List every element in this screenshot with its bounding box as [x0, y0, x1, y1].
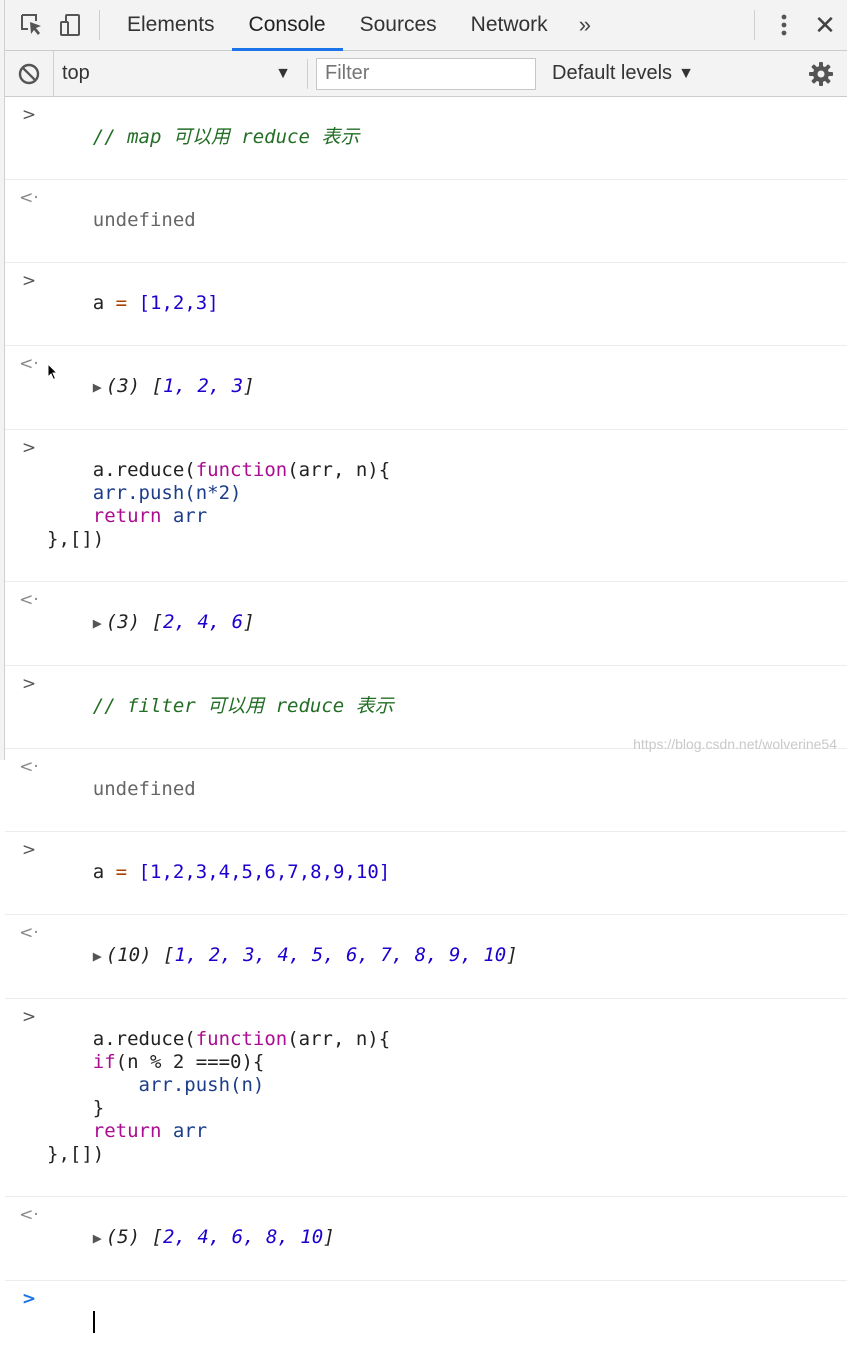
expand-triangle-icon[interactable]: ▶: [93, 947, 102, 965]
code-line: arr.push(n): [47, 1074, 265, 1096]
toolbar-divider: [307, 58, 308, 89]
console-prompt-row[interactable]: >: [5, 1281, 847, 1363]
code-line: return arr: [47, 505, 208, 527]
dropdown-arrow-icon: ▼: [678, 64, 694, 82]
expand-triangle-icon[interactable]: ▶: [93, 1229, 102, 1247]
console-input-row[interactable]: > a = [1,2,3,4,5,6,7,8,9,10]: [5, 832, 847, 915]
array-preview[interactable]: (10) [1, 2, 3, 4, 5, 6, 7, 8, 9, 10]: [106, 944, 518, 966]
console-result-row: <· undefined: [5, 749, 847, 832]
code-comment: // filter 可以用 reduce 表示: [92, 695, 394, 717]
console-result-row: <· undefined: [5, 180, 847, 263]
result-arrow-icon: <·: [19, 188, 39, 208]
result-arrow-icon: <·: [19, 757, 39, 777]
array-bracket: [: [151, 1226, 164, 1248]
array-bracket: ]: [506, 944, 518, 966]
array-bracket: ]: [243, 375, 255, 397]
devtools-tabbar: Elements Console Sources Network » ✕: [5, 0, 847, 51]
array-bracket: [: [151, 611, 164, 633]
code-line: if(n % 2 ===0){: [47, 1051, 265, 1073]
result-arrow-icon: <·: [19, 354, 39, 374]
context-label: top: [62, 62, 90, 84]
watermark: https://blog.csdn.net/wolverine54: [633, 736, 837, 752]
array-length: (5): [105, 1226, 141, 1248]
input-chevron-icon: >: [21, 271, 37, 291]
input-chevron-icon: >: [21, 438, 37, 458]
result-undefined: undefined: [92, 778, 196, 800]
console-input-row[interactable]: > a.reduce(function(arr, n){ if(n % 2 ===…: [5, 999, 847, 1197]
tab-network[interactable]: Network: [454, 0, 565, 50]
log-levels-label: Default levels: [552, 62, 673, 84]
console-result-row[interactable]: <· ▶ (10) [1, 2, 3, 4, 5, 6, 7, 8, 9, 10]: [5, 915, 847, 999]
result-arrow-icon: <·: [19, 590, 39, 610]
array-bracket: ]: [323, 1226, 335, 1248]
code-identifier: a: [92, 861, 105, 883]
toolbar-divider: [754, 10, 755, 40]
close-devtools-button[interactable]: ✕: [803, 0, 847, 50]
context-selector[interactable]: top ▼: [53, 51, 301, 96]
array-values: 1, 2, 3, 4, 5, 6, 7, 8, 9, 10: [174, 944, 507, 966]
clear-console-icon[interactable]: [5, 51, 53, 96]
array-preview[interactable]: (5) [2, 4, 6, 8, 10]: [106, 1226, 335, 1248]
tab-console[interactable]: Console: [231, 0, 343, 51]
array-length: (10): [105, 944, 152, 966]
console-result-row[interactable]: <· ▶ (5) [2, 4, 6, 8, 10]: [5, 1197, 847, 1281]
expand-triangle-icon[interactable]: ▶: [93, 378, 102, 396]
prompt-chevron-icon: >: [21, 1289, 37, 1309]
input-chevron-icon: >: [21, 105, 37, 125]
more-tabs-button[interactable]: »: [565, 0, 605, 50]
array-values: 2, 4, 6, 8, 10: [163, 1226, 324, 1248]
code-line: arr.push(n*2): [47, 482, 242, 504]
console-input-row[interactable]: > a.reduce(function(arr, n){ arr.push(n*2…: [5, 430, 847, 582]
array-preview[interactable]: (3) [2, 4, 6]: [106, 611, 255, 633]
console-result-row[interactable]: <· ▶ (3) [2, 4, 6]: [5, 582, 847, 666]
code-line: a.reduce(function(arr, n){: [92, 1028, 391, 1050]
result-arrow-icon: <·: [19, 923, 39, 943]
code-array-literal: [1,2,3,4,5,6,7,8,9,10]: [138, 861, 391, 883]
array-bracket: [: [151, 375, 164, 397]
code-line: a.reduce(function(arr, n){: [92, 459, 391, 481]
array-bracket: ]: [243, 611, 255, 633]
result-arrow-icon: <·: [19, 1205, 39, 1225]
array-preview[interactable]: (3) [1, 2, 3]: [106, 375, 255, 397]
mouse-pointer-icon: [47, 363, 59, 381]
code-operator: =: [115, 861, 128, 883]
code-line: }: [47, 1097, 105, 1119]
input-chevron-icon: >: [21, 1007, 37, 1027]
array-length: (3): [105, 375, 141, 397]
dropdown-arrow-icon: ▼: [275, 64, 291, 82]
code-operator: =: [115, 292, 128, 314]
array-length: (3): [105, 611, 141, 633]
code-line: return arr: [47, 1120, 208, 1142]
console-input-row[interactable]: > // map 可以用 reduce 表示: [5, 97, 847, 180]
console-output[interactable]: > // map 可以用 reduce 表示 <· undefined > a = […: [5, 97, 847, 1333]
code-array-literal: [1,2,3]: [138, 292, 219, 314]
array-values: 1, 2, 3: [163, 375, 244, 397]
expand-triangle-icon[interactable]: ▶: [93, 614, 102, 632]
code-line: },[]): [47, 528, 105, 550]
filter-input[interactable]: [316, 57, 536, 90]
inspect-element-icon[interactable]: [13, 0, 51, 50]
settings-gear-icon[interactable]: [795, 51, 847, 96]
code-identifier: a: [92, 292, 105, 314]
array-values: 2, 4, 6: [163, 611, 244, 633]
more-options-icon[interactable]: [765, 0, 803, 50]
array-bracket: [: [163, 944, 175, 966]
console-input-row[interactable]: > a = [1,2,3]: [5, 263, 847, 346]
code-line: },[]): [47, 1143, 105, 1165]
console-toolbar: top ▼ Default levels ▼: [5, 51, 847, 97]
tab-elements[interactable]: Elements: [110, 0, 232, 50]
result-undefined: undefined: [92, 209, 196, 231]
device-toolbar-icon[interactable]: [51, 0, 89, 50]
toolbar-divider: [99, 10, 100, 40]
text-caret: [92, 1310, 95, 1333]
input-chevron-icon: >: [21, 674, 37, 694]
console-result-row[interactable]: <· ▶ (3) [1, 2, 3]: [5, 346, 847, 430]
input-chevron-icon: >: [21, 840, 37, 860]
tab-sources[interactable]: Sources: [343, 0, 454, 50]
code-comment: // map 可以用 reduce 表示: [92, 126, 360, 148]
log-levels-dropdown[interactable]: Default levels ▼: [552, 62, 694, 85]
